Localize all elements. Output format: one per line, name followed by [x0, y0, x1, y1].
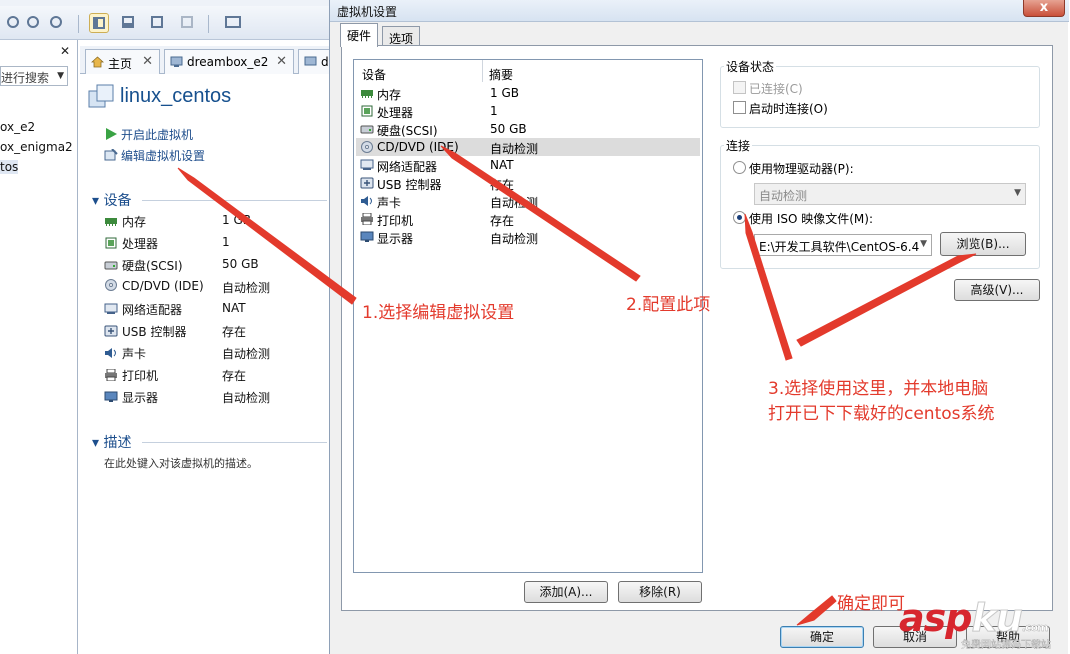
annotation-step3-line2: 打开已下下载好的centos系统 — [768, 404, 995, 424]
arrow-step4 — [796, 595, 837, 626]
annotation-step1: 1.选择编辑虚拟设置 — [362, 303, 515, 323]
annotation-arrows — [177, 145, 977, 626]
annotation-step3-line1: 3.选择使用这里，并本地电脑 — [768, 379, 989, 399]
arrow-step2 — [440, 145, 641, 282]
annotation-step2: 2.配置此项 — [626, 295, 711, 315]
site-watermark: aspku.com 免费网站源码下载站 — [895, 596, 1070, 654]
arrow-step1 — [177, 167, 357, 305]
arrow-step3a — [744, 213, 793, 361]
watermark-logo: aspku.com — [899, 596, 1049, 641]
tab-hardware[interactable]: 硬件 — [340, 23, 379, 47]
watermark-subtitle: 免费网站源码下载站 — [961, 640, 1051, 651]
arrow-step3b — [796, 253, 977, 347]
